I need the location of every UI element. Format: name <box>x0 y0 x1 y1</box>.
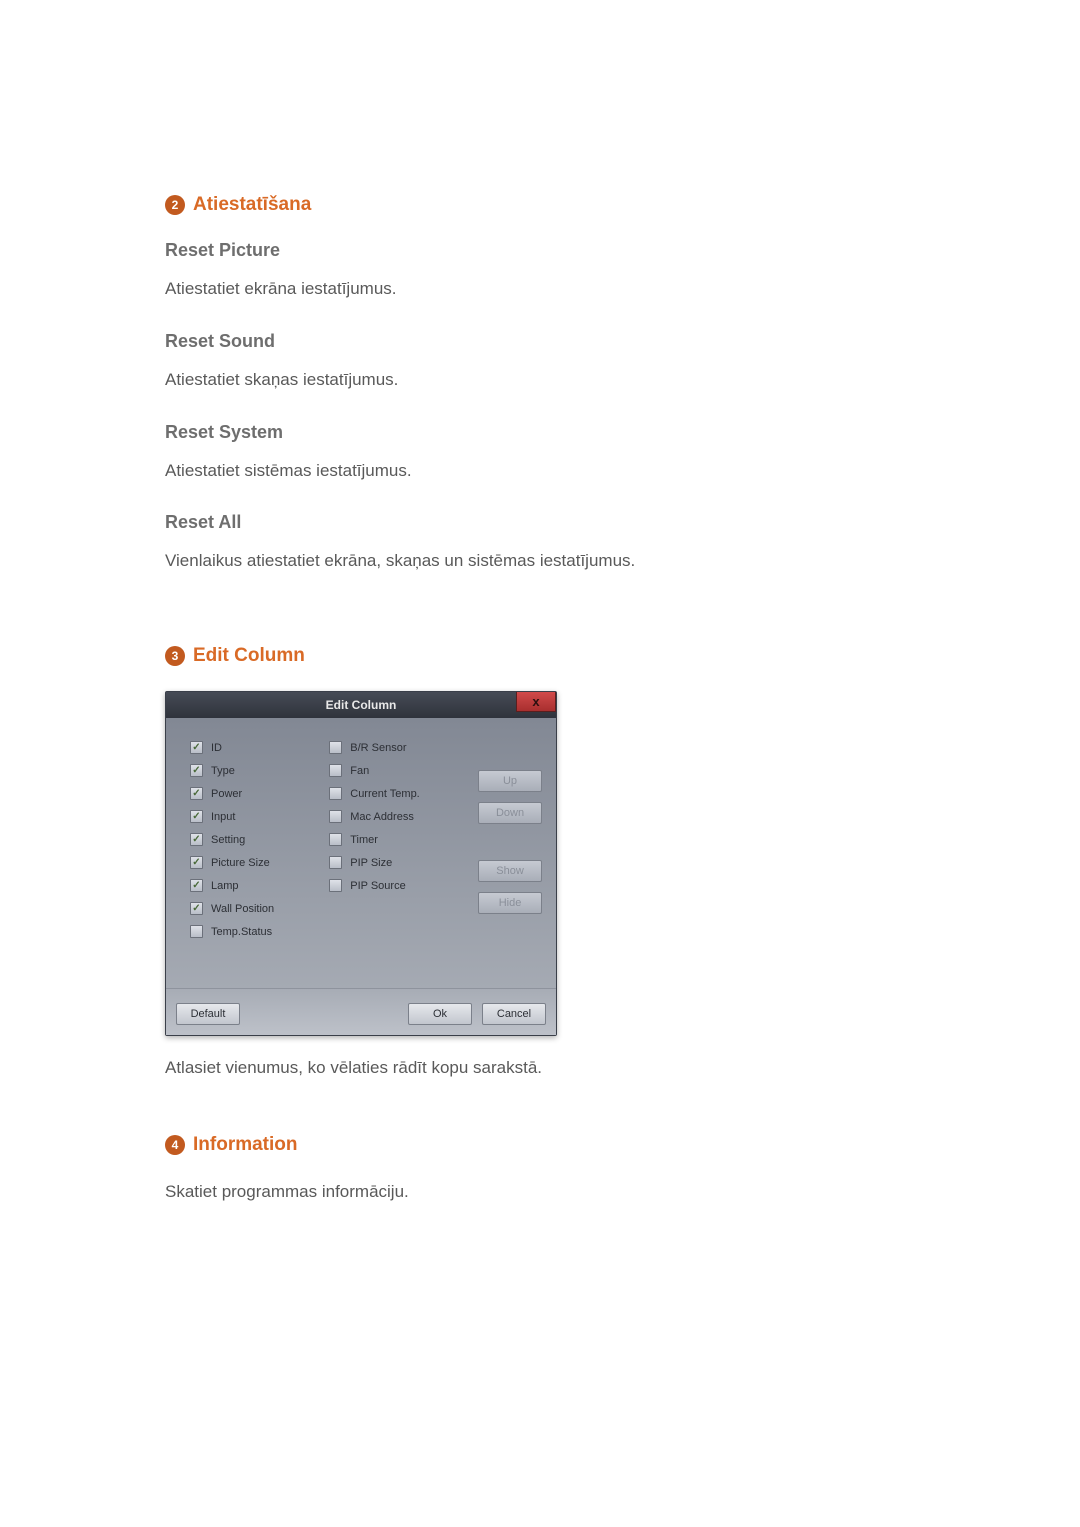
check-wall-position[interactable]: Wall Position <box>190 897 319 920</box>
checkbox-icon[interactable] <box>329 764 342 777</box>
column-right: Up Down Show Hide <box>459 736 543 976</box>
reset-system-heading: Reset System <box>165 422 945 443</box>
column-left: ID Type Power Input <box>180 736 319 976</box>
reset-system-text: Atiestatiet sistēmas iestatījumus. <box>165 459 945 483</box>
cancel-button[interactable]: Cancel <box>482 1003 546 1025</box>
badge-2-icon: 2 <box>165 195 185 215</box>
dialog-footer: Default Ok Cancel <box>166 988 556 1035</box>
section-4-heading: 4 Information <box>165 1134 945 1156</box>
hide-button[interactable]: Hide <box>478 892 542 914</box>
edit-column-dialog: Edit Column x ID Type Power <box>165 691 557 1036</box>
check-pip-source[interactable]: PIP Source <box>329 874 458 897</box>
check-label: B/R Sensor <box>350 742 406 754</box>
reset-all-heading: Reset All <box>165 512 945 533</box>
section-3-title: Edit Column <box>193 645 305 667</box>
section-3-heading: 3 Edit Column <box>165 645 945 667</box>
check-label: PIP Source <box>350 880 405 892</box>
check-label: PIP Size <box>350 857 392 869</box>
check-lamp[interactable]: Lamp <box>190 874 319 897</box>
check-power[interactable]: Power <box>190 782 319 805</box>
check-label: Setting <box>211 834 245 846</box>
checkbox-icon[interactable] <box>190 741 203 754</box>
dialog-titlebar: Edit Column x <box>166 692 556 718</box>
reset-picture-heading: Reset Picture <box>165 240 945 261</box>
check-type[interactable]: Type <box>190 759 319 782</box>
check-id[interactable]: ID <box>190 736 319 759</box>
reset-all-text: Vienlaikus atiestatiet ekrāna, skaņas un… <box>165 549 945 573</box>
reset-sound-heading: Reset Sound <box>165 331 945 352</box>
checkbox-icon[interactable] <box>190 879 203 892</box>
check-input[interactable]: Input <box>190 805 319 828</box>
check-fan[interactable]: Fan <box>329 759 458 782</box>
check-setting[interactable]: Setting <box>190 828 319 851</box>
up-button[interactable]: Up <box>478 770 542 792</box>
check-label: Power <box>211 788 242 800</box>
check-label: Timer <box>350 834 378 846</box>
check-label: Wall Position <box>211 903 274 915</box>
check-current-temp[interactable]: Current Temp. <box>329 782 458 805</box>
column-middle: B/R Sensor Fan Current Temp. Mac Address <box>319 736 458 976</box>
check-label: Temp.Status <box>211 926 272 938</box>
checkbox-icon[interactable] <box>329 833 342 846</box>
close-button[interactable]: x <box>516 692 556 712</box>
checkbox-icon[interactable] <box>329 879 342 892</box>
badge-3-icon: 3 <box>165 646 185 666</box>
check-temp-status[interactable]: Temp.Status <box>190 920 319 943</box>
checkbox-icon[interactable] <box>329 856 342 869</box>
check-label: Picture Size <box>211 857 270 869</box>
badge-4-icon: 4 <box>165 1135 185 1155</box>
check-label: Type <box>211 765 235 777</box>
checkbox-icon[interactable] <box>190 764 203 777</box>
check-label: Input <box>211 811 235 823</box>
checkbox-icon[interactable] <box>329 787 342 800</box>
down-button[interactable]: Down <box>478 802 542 824</box>
checkbox-icon[interactable] <box>190 833 203 846</box>
section-4-title: Information <box>193 1134 298 1156</box>
section-2-title: Atiestatīšana <box>193 194 311 216</box>
checkbox-icon[interactable] <box>329 810 342 823</box>
check-mac-address[interactable]: Mac Address <box>329 805 458 828</box>
default-button[interactable]: Default <box>176 1003 240 1025</box>
information-text: Skatiet programmas informāciju. <box>165 1180 945 1204</box>
check-pip-size[interactable]: PIP Size <box>329 851 458 874</box>
check-label: Mac Address <box>350 811 414 823</box>
check-picture-size[interactable]: Picture Size <box>190 851 319 874</box>
checkbox-icon[interactable] <box>190 902 203 915</box>
reset-sound-text: Atiestatiet skaņas iestatījumus. <box>165 368 945 392</box>
checkbox-icon[interactable] <box>329 741 342 754</box>
checkbox-icon[interactable] <box>190 856 203 869</box>
check-label: Current Temp. <box>350 788 420 800</box>
edit-column-caption: Atlasiet vienumus, ko vēlaties rādīt kop… <box>165 1056 945 1080</box>
checkbox-icon[interactable] <box>190 787 203 800</box>
checkbox-icon[interactable] <box>190 925 203 938</box>
check-label: Fan <box>350 765 369 777</box>
dialog-title: Edit Column <box>326 698 397 712</box>
section-2-heading: 2 Atiestatīšana <box>165 194 945 216</box>
checkbox-icon[interactable] <box>190 810 203 823</box>
ok-button[interactable]: Ok <box>408 1003 472 1025</box>
check-br-sensor[interactable]: B/R Sensor <box>329 736 458 759</box>
show-button[interactable]: Show <box>478 860 542 882</box>
check-label: Lamp <box>211 880 239 892</box>
check-label: ID <box>211 742 222 754</box>
reset-picture-text: Atiestatiet ekrāna iestatījumus. <box>165 277 945 301</box>
check-timer[interactable]: Timer <box>329 828 458 851</box>
